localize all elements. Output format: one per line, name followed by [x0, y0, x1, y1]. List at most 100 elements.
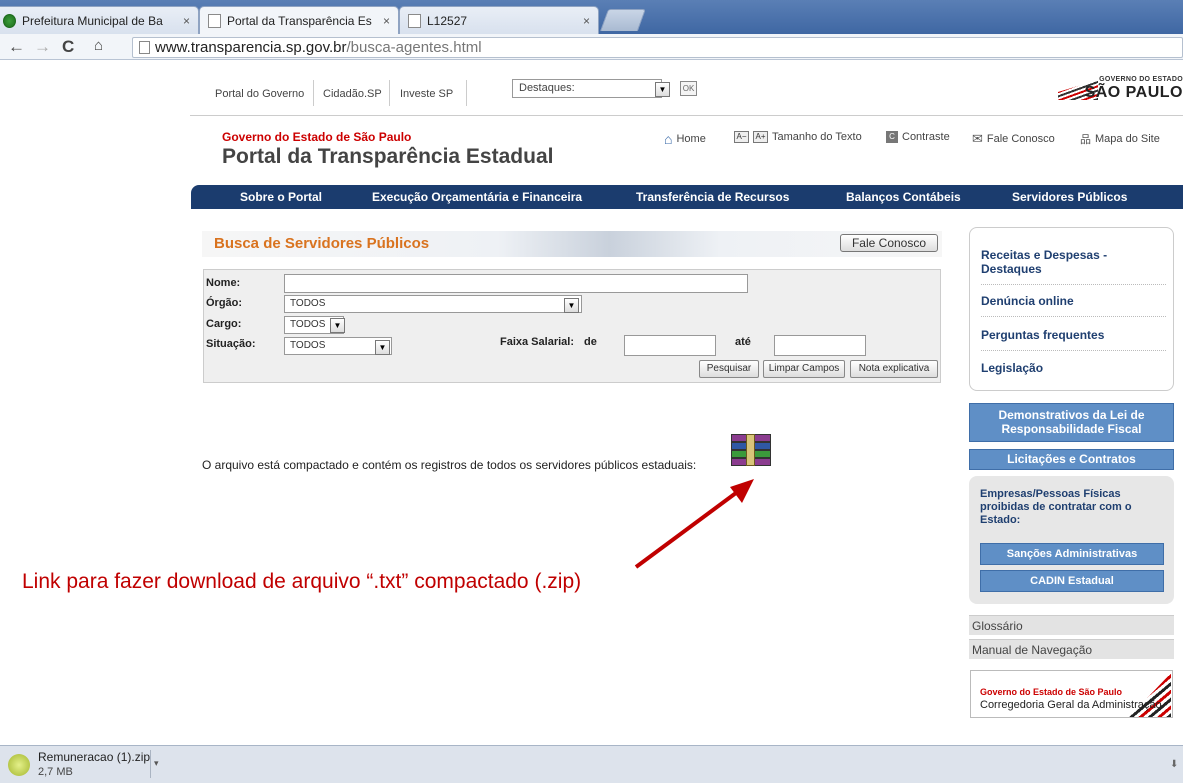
fale-conosco-link[interactable]: ✉ Fale Conosco	[972, 131, 1055, 147]
address-bar[interactable]: www.transparencia.sp.gov.br/busca-agente…	[132, 37, 1183, 58]
fale-conosco-button[interactable]: Fale Conosco	[840, 234, 938, 252]
chevron-down-icon[interactable]: ▼	[330, 318, 345, 333]
download-arrow-icon[interactable]: ⬇	[1170, 759, 1178, 770]
divider	[313, 80, 314, 106]
faixa-salarial-label: Faixa Salarial:	[500, 336, 574, 348]
tab-prefeitura[interactable]: Prefeitura Municipal de Ba ×	[0, 6, 199, 34]
sitemap-link[interactable]: 品 Mapa do Site	[1080, 131, 1160, 147]
sao-paulo-logo[interactable]: GOVERNO DO ESTADO SÃO PAULO	[1050, 76, 1183, 108]
annotation-text: Link para fazer download de arquivo “.tx…	[22, 570, 582, 593]
destaques-select[interactable]: Destaques:	[512, 79, 662, 98]
manual-navegacao-link[interactable]: Manual de Navegação	[969, 639, 1174, 659]
nav-execucao-orcamentaria[interactable]: Execução Orçamentária e Financeira	[372, 190, 582, 204]
lrf-button[interactable]: Demonstrativos da Lei de Responsabilidad…	[969, 403, 1174, 442]
cadin-button[interactable]: CADIN Estadual	[980, 570, 1164, 592]
orgao-value: TODOS	[290, 298, 326, 309]
licitacoes-button[interactable]: Licitações e Contratos	[969, 449, 1174, 470]
sidebar-links-box: Receitas e Despesas - Destaques Denúncia…	[969, 227, 1174, 391]
url-path: /busca-agentes.html	[346, 39, 482, 56]
close-tab-icon[interactable]: ×	[183, 14, 190, 28]
cargo-value: TODOS	[290, 319, 326, 330]
corregedoria-banner[interactable]: Governo do Estado de São Paulo Corregedo…	[970, 670, 1173, 718]
download-description: O arquivo está compactado e contém os re…	[202, 458, 697, 472]
browser-toolbar: ← → C ⌂ www.transparencia.sp.gov.br/busc…	[0, 34, 1183, 60]
corregedoria-line1: Governo do Estado de São Paulo	[980, 687, 1123, 697]
home-label: Home	[676, 133, 706, 145]
close-tab-icon[interactable]: ×	[583, 14, 590, 28]
annotation-arrow-icon	[634, 479, 754, 569]
contrast-label: Contraste	[902, 131, 950, 143]
nav-servidores-publicos[interactable]: Servidores Públicos	[1012, 190, 1127, 204]
home-icon[interactable]: ⌂	[94, 37, 103, 54]
sidebar-item-legislacao[interactable]: Legislação	[981, 361, 1166, 383]
de-label: de	[584, 336, 597, 348]
reload-icon[interactable]: C	[62, 37, 74, 57]
empresas-heading: Empresas/Pessoas Físicas proibidas de co…	[980, 488, 1132, 526]
corregedoria-line2: Corregedoria Geral da Administração	[980, 699, 1162, 711]
nav-balancos-contabeis[interactable]: Balanços Contábeis	[846, 190, 961, 204]
new-tab-button[interactable]	[599, 9, 647, 31]
nome-label: Nome:	[206, 277, 241, 289]
back-icon[interactable]: ←	[8, 37, 25, 57]
zip-archive-icon[interactable]	[731, 434, 771, 466]
search-title-bar: Busca de Servidores Públicos Fale Conosc…	[202, 231, 942, 257]
forward-icon[interactable]: →	[34, 37, 51, 57]
decrease-text-icon[interactable]: A−	[734, 131, 749, 143]
tab-l12527[interactable]: L12527 ×	[399, 6, 599, 34]
site-favicon-icon	[3, 13, 16, 28]
chevron-down-icon[interactable]: ▼	[375, 340, 390, 355]
nota-explicativa-button[interactable]: Nota explicativa	[850, 360, 938, 378]
divider	[389, 80, 390, 106]
chevron-down-icon[interactable]: ▼	[655, 82, 670, 97]
nav-transferencia-recursos[interactable]: Transferência de Recursos	[636, 190, 789, 204]
salary-to-input[interactable]	[774, 335, 866, 356]
pesquisar-button[interactable]: Pesquisar	[699, 360, 759, 378]
download-filename[interactable]: Remuneracao (1).zip	[38, 750, 150, 764]
sidebar-item-perguntas[interactable]: Perguntas frequentes	[981, 328, 1166, 351]
increase-text-icon[interactable]: A+	[753, 131, 768, 143]
sidebar-item-denuncia[interactable]: Denúncia online	[981, 294, 1166, 317]
situacao-value: TODOS	[290, 340, 326, 351]
government-top-bar: Portal do Governo Cidadão.SP Investe SP …	[190, 70, 1183, 116]
sancoes-button[interactable]: Sanções Administrativas	[980, 543, 1164, 565]
archive-file-icon	[8, 754, 30, 776]
url-host: www.transparencia.sp.gov.br	[155, 39, 347, 56]
text-size-control[interactable]: A− A+ Tamanho do Texto	[734, 131, 862, 143]
chevron-down-icon[interactable]: ▾	[150, 750, 164, 778]
situacao-label: Situação:	[206, 338, 256, 350]
link-cidadao-sp[interactable]: Cidadão.SP	[323, 88, 382, 100]
portal-title[interactable]: Portal da Transparência Estadual	[222, 145, 553, 169]
logo-line1: GOVERNO DO ESTADO	[1099, 76, 1183, 83]
divider	[466, 80, 467, 106]
logo-line2: SÃO PAULO	[1084, 84, 1183, 101]
chevron-down-icon[interactable]: ▼	[564, 298, 579, 313]
contrast-link[interactable]: C Contraste	[886, 131, 950, 143]
zip-strap	[746, 434, 755, 466]
page-icon	[208, 13, 221, 28]
downloads-bar: Remuneracao (1).zip 2,7 MB ▾ ⬇	[0, 745, 1183, 783]
salary-from-input[interactable]	[624, 335, 716, 356]
tab-portal-transparencia[interactable]: Portal da Transparência Es ×	[199, 6, 399, 34]
limpar-campos-button[interactable]: Limpar Campos	[763, 360, 845, 378]
glossario-link[interactable]: Glossário	[969, 615, 1174, 635]
main-navigation: Sobre o Portal Execução Orçamentária e F…	[191, 185, 1183, 209]
link-portal-governo[interactable]: Portal do Governo	[215, 88, 304, 100]
nome-input[interactable]	[284, 274, 748, 293]
ok-button[interactable]: OK	[680, 81, 697, 96]
orgao-select[interactable]: TODOS	[284, 295, 582, 313]
orgao-label: Órgão:	[206, 297, 243, 309]
contrast-icon: C	[886, 131, 898, 143]
tab-title: Prefeitura Municipal de Ba	[22, 13, 163, 28]
sidebar-empresas-box: Empresas/Pessoas Físicas proibidas de co…	[969, 476, 1174, 604]
home-link[interactable]: ⌂ Home	[664, 131, 706, 147]
sitemap-label: Mapa do Site	[1095, 133, 1160, 145]
page-title: Busca de Servidores Públicos	[214, 235, 430, 252]
link-investe-sp[interactable]: Investe SP	[400, 88, 453, 100]
download-size: 2,7 MB	[38, 766, 73, 778]
nav-sobre-portal[interactable]: Sobre o Portal	[240, 190, 322, 204]
close-tab-icon[interactable]: ×	[383, 14, 390, 28]
text-size-label: Tamanho do Texto	[772, 131, 862, 143]
sidebar-item-receitas[interactable]: Receitas e Despesas - Destaques	[981, 248, 1166, 285]
ate-label: até	[735, 336, 751, 348]
page-icon	[139, 41, 150, 54]
